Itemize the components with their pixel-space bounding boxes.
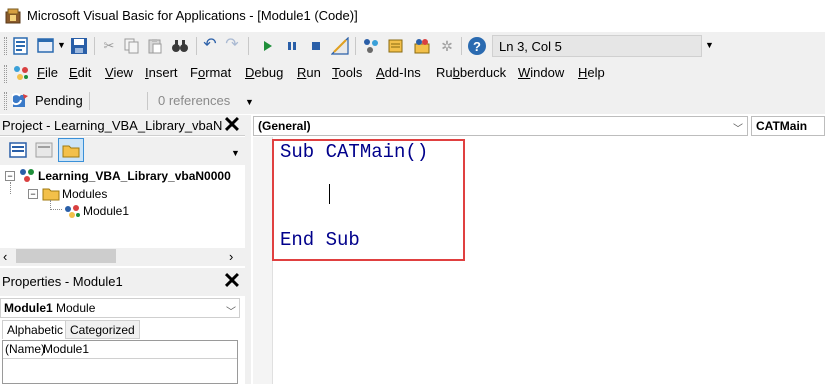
close-icon[interactable]: ✕ bbox=[222, 114, 242, 136]
object-name: Module1 bbox=[4, 301, 53, 315]
toolbox-icon[interactable]: ✲ bbox=[439, 38, 455, 54]
toolbar-separator bbox=[248, 37, 249, 55]
redo-icon[interactable]: ↷ bbox=[224, 37, 240, 53]
tree-line bbox=[50, 200, 62, 210]
help-icon[interactable]: ? bbox=[467, 36, 487, 56]
project-pane-title: Project - Learning_VBA_Library_vbaN00 bbox=[2, 118, 222, 133]
copy-icon[interactable] bbox=[124, 38, 140, 54]
toolbar-grip[interactable] bbox=[4, 37, 7, 55]
svg-text:?: ? bbox=[473, 39, 481, 54]
menu-file[interactable]: File bbox=[37, 65, 58, 80]
save-icon[interactable] bbox=[70, 37, 88, 55]
menu-insert[interactable]: Insert bbox=[145, 65, 178, 80]
collapse-icon[interactable]: − bbox=[28, 189, 38, 199]
vba-project-icon bbox=[20, 169, 34, 182]
toolbar-options-chevron-icon[interactable]: ▼ bbox=[705, 40, 714, 50]
tab-categorized[interactable]: Categorized bbox=[65, 320, 140, 339]
chevron-down-icon[interactable]: ▼ bbox=[57, 40, 66, 50]
cursor-position-indicator: Ln 3, Col 5 bbox=[492, 35, 702, 57]
run-icon[interactable] bbox=[262, 39, 274, 53]
object-dropdown[interactable]: (General) bbox=[253, 116, 748, 136]
tree-item-modules[interactable]: Modules bbox=[62, 187, 107, 201]
object-browser-icon[interactable] bbox=[413, 37, 431, 55]
tree-item-module1[interactable]: Module1 bbox=[83, 204, 129, 218]
menu-rubberduck[interactable]: Rubberduck bbox=[436, 65, 506, 80]
menu-edit[interactable]: Edit bbox=[69, 65, 91, 80]
toolbar-options-chevron-icon[interactable]: ▼ bbox=[231, 148, 240, 158]
menu-help[interactable]: Help bbox=[578, 65, 605, 80]
break-icon[interactable] bbox=[286, 40, 298, 52]
toolbar-options-chevron-icon[interactable]: ▼ bbox=[245, 97, 254, 107]
property-value[interactable]: Module1 bbox=[43, 342, 89, 356]
module-menu-icon[interactable] bbox=[12, 64, 30, 82]
refresh-parser-icon[interactable] bbox=[12, 92, 30, 110]
view-excel-icon[interactable] bbox=[12, 37, 30, 55]
procedure-dropdown[interactable]: CATMain bbox=[751, 116, 825, 136]
property-row[interactable]: (Name) Module1 bbox=[3, 341, 237, 359]
menu-format[interactable]: Format bbox=[190, 65, 231, 80]
toolbar-separator bbox=[147, 92, 148, 110]
chevron-down-icon[interactable]: ﹀ bbox=[226, 303, 236, 318]
rubberduck-toolbar bbox=[0, 88, 825, 114]
toolbar-separator bbox=[89, 92, 90, 110]
folder-icon bbox=[42, 188, 60, 201]
menu-tools[interactable]: Tools bbox=[332, 65, 362, 80]
references-count: 0 references bbox=[158, 93, 231, 108]
menu-add-ins[interactable]: Add-Ins bbox=[376, 65, 421, 80]
reset-icon[interactable] bbox=[310, 40, 322, 52]
paste-icon[interactable] bbox=[147, 38, 163, 54]
properties-icon[interactable] bbox=[387, 37, 405, 55]
menu-view[interactable]: View bbox=[105, 65, 133, 80]
project-explorer-icon[interactable] bbox=[362, 37, 380, 55]
design-mode-icon[interactable] bbox=[331, 37, 349, 55]
view-object-icon[interactable] bbox=[34, 141, 54, 159]
undo-icon[interactable]: ↶ bbox=[202, 37, 218, 53]
tree-line bbox=[10, 182, 11, 194]
property-name: (Name) bbox=[5, 342, 46, 356]
scrollbar-thumb[interactable] bbox=[16, 249, 116, 263]
toggle-folders-button[interactable] bbox=[58, 138, 84, 162]
folder-icon bbox=[62, 145, 80, 158]
collapse-icon[interactable]: − bbox=[5, 171, 15, 181]
view-code-icon[interactable] bbox=[8, 141, 28, 159]
toolbar-separator bbox=[355, 37, 356, 55]
object-selector[interactable]: Module1 Module bbox=[0, 298, 240, 318]
menu-window[interactable]: Window bbox=[518, 65, 564, 80]
object-type: Module bbox=[56, 301, 96, 315]
menubar-grip[interactable] bbox=[4, 65, 7, 83]
properties-pane-title: Properties - Module1 bbox=[2, 274, 123, 289]
highlight-box bbox=[272, 139, 465, 261]
tree-item-project[interactable]: Learning_VBA_Library_vbaN0000 bbox=[38, 169, 231, 183]
menu-debug[interactable]: Debug bbox=[245, 65, 283, 80]
toolbar-separator bbox=[94, 37, 95, 55]
cut-icon[interactable]: ✂ bbox=[101, 38, 117, 54]
window-title: Microsoft Visual Basic for Applications … bbox=[27, 8, 358, 23]
close-icon[interactable]: ✕ bbox=[222, 270, 242, 292]
menu-run[interactable]: Run bbox=[297, 65, 321, 80]
vba-app-icon bbox=[5, 8, 21, 24]
tab-alphabetic[interactable]: Alphabetic bbox=[2, 320, 69, 339]
code-margin[interactable] bbox=[253, 137, 273, 384]
toolbar-grip[interactable] bbox=[4, 92, 7, 110]
scroll-left-icon[interactable]: ‹ bbox=[3, 249, 7, 264]
find-icon[interactable] bbox=[171, 37, 189, 55]
toolbar-separator bbox=[196, 37, 197, 55]
chevron-down-icon[interactable]: ﹀ bbox=[733, 120, 743, 135]
parser-status[interactable]: Pending bbox=[35, 93, 83, 108]
insert-userform-icon[interactable] bbox=[37, 37, 55, 55]
toolbar-separator bbox=[461, 37, 462, 55]
scroll-right-icon[interactable]: › bbox=[229, 249, 233, 264]
module-icon bbox=[65, 205, 80, 218]
